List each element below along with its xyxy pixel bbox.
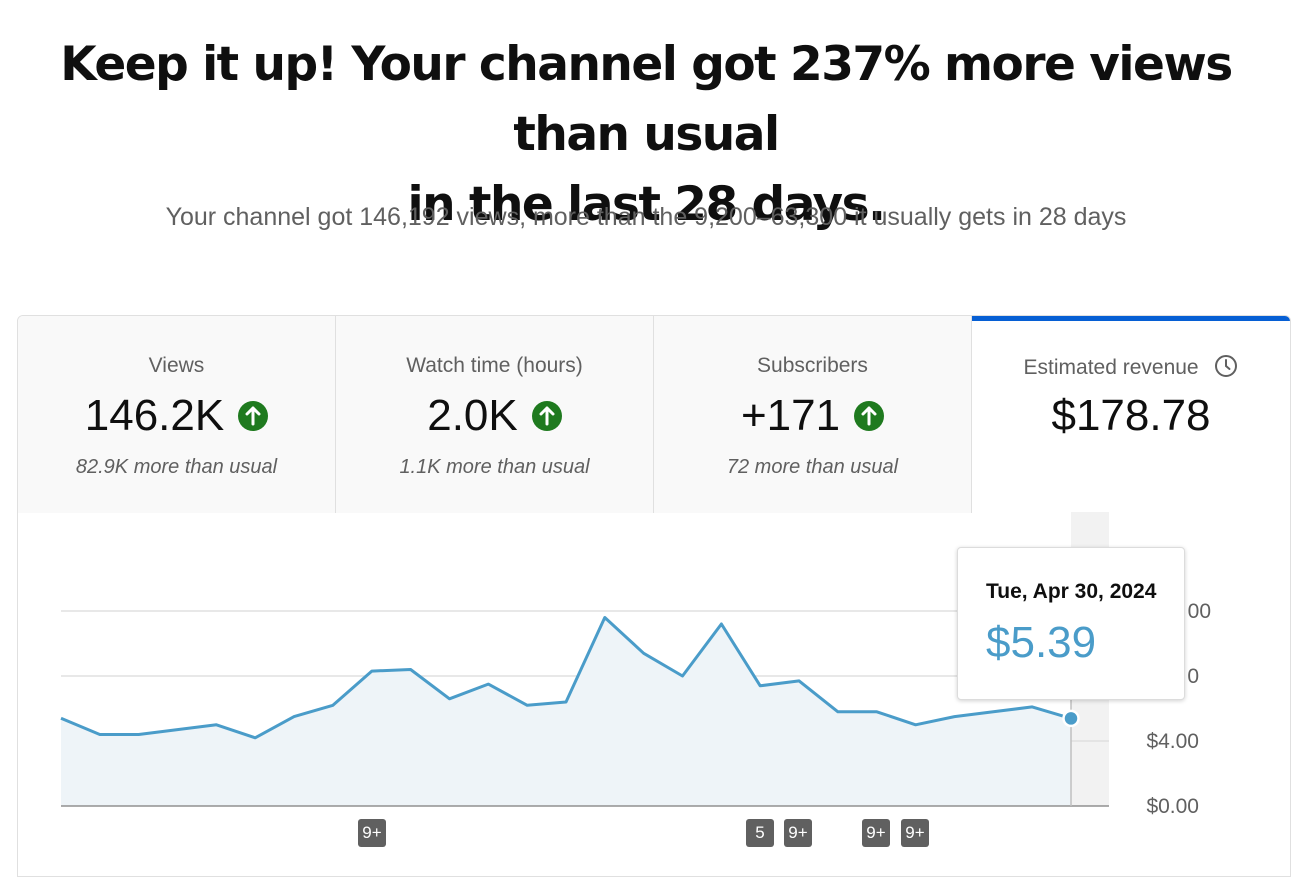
chart-tooltip: Tue, Apr 30, 2024 $5.39 [957, 547, 1185, 700]
video-badge[interactable]: 9+ [862, 819, 890, 847]
tab-subscribers[interactable]: Subscribers +171 72 more than usual [654, 316, 972, 513]
tab-views-label: Views [148, 354, 205, 377]
tab-revenue-value: $178.78 [1051, 391, 1211, 440]
headline-line-1: Keep it up! Your channel got 237% more v… [60, 37, 1233, 162]
tab-subscribers-value: +171 [740, 391, 841, 440]
tooltip-value: $5.39 [986, 618, 1097, 667]
tab-revenue-label: Estimated revenue [1023, 356, 1199, 379]
tab-watch-time-label: Watch time (hours) [406, 354, 583, 377]
y-tick-label: $4.00 [1146, 730, 1199, 753]
tooltip-date: Tue, Apr 30, 2024 [986, 580, 1157, 603]
clock-icon[interactable] [1214, 354, 1238, 378]
up-arrow-icon [238, 401, 269, 431]
tab-views-note: 82.9K more than usual [75, 456, 278, 478]
tab-estimated-revenue[interactable]: Estimated revenue $178.78 [972, 316, 1290, 513]
metric-tabs: Views 146.2K 82.9K more than usual Watch… [18, 316, 1290, 513]
y-tick-label: $0.00 [1146, 795, 1199, 818]
tab-watch-time[interactable]: Watch time (hours) 2.0K 1.1K more than u… [336, 316, 654, 513]
up-arrow-icon [531, 401, 562, 431]
tab-watch-time-value: 2.0K [427, 391, 518, 440]
video-badge[interactable]: 9+ [358, 819, 386, 847]
tab-views-value: 146.2K [84, 391, 225, 440]
tab-revenue-label-row: Estimated revenue [972, 354, 1290, 380]
tab-subscribers-note: 72 more than usual [726, 456, 899, 478]
video-badge[interactable]: 9+ [901, 819, 929, 847]
tab-subscribers-label: Subscribers [757, 354, 868, 377]
tab-views[interactable]: Views 146.2K 82.9K more than usual [18, 316, 336, 513]
summary-text: Your channel got 146,192 views, more tha… [165, 203, 1127, 231]
up-arrow-icon [854, 401, 885, 431]
video-badge[interactable]: 9+ [784, 819, 812, 847]
tab-watch-time-note: 1.1K more than usual [399, 456, 590, 478]
video-badge[interactable]: 5 [746, 819, 774, 847]
